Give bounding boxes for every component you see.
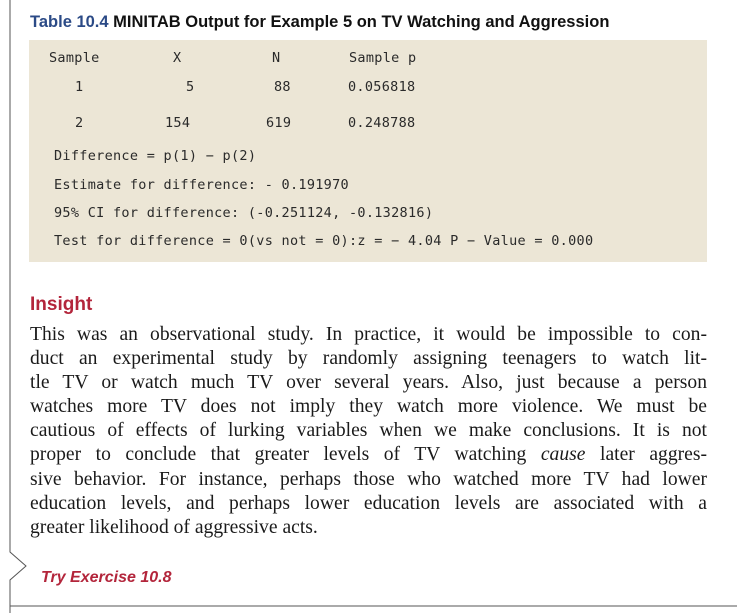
test-line: Test for difference = 0(vs not = 0):z = … [54, 233, 594, 249]
table-number: Table 10.4 [30, 13, 109, 31]
row2-sample: 2 [75, 115, 84, 131]
insight-line: watches more TV does not imply they watc… [30, 396, 707, 418]
difference-line: Difference = p(1) − p(2) [54, 148, 257, 164]
row2-x: 154 [165, 115, 191, 131]
ci-line: 95% CI for difference: (-0.251124, -0.13… [54, 205, 434, 221]
insight-line: tle TV or watch much TV over several yea… [30, 372, 707, 394]
insight-line: proper to conclude that greater levels o… [30, 443, 707, 467]
insight-line: duct an experimental study by randomly a… [30, 348, 707, 370]
insight-text: proper to conclude that greater levels o… [30, 444, 541, 466]
insight-line: education levels, and perhaps lower educ… [30, 492, 707, 514]
header-x: X [173, 50, 182, 66]
header-sample-p: Sample p [349, 50, 417, 66]
insight-line: sive behavior. For instance, perhaps tho… [30, 468, 707, 490]
row2-n: 619 [266, 115, 292, 131]
insight-paragraph: This was an observational study. In prac… [30, 323, 707, 540]
table-caption: Table 10.4 MINITAB Output for Example 5 … [30, 13, 609, 32]
row1-sample: 1 [75, 79, 84, 95]
insight-text: later aggres- [585, 444, 708, 466]
try-exercise-link[interactable]: Try Exercise 10.8 [41, 569, 171, 587]
emphasized-word: cause [540, 444, 586, 466]
row2-p: 0.248788 [348, 115, 416, 131]
row1-p: 0.056818 [348, 79, 416, 95]
insight-line: greater likelihood of aggressive acts. [30, 516, 318, 538]
row1-x: 5 [186, 79, 195, 95]
table-title: MINITAB Output for Example 5 on TV Watch… [113, 13, 610, 31]
estimate-line: Estimate for difference: - 0.191970 [54, 177, 349, 193]
header-n: N [272, 50, 281, 66]
insight-line: cautious of effects of lurking variables… [30, 420, 707, 442]
header-sample: Sample [49, 50, 100, 66]
insight-line: This was an observational study. In prac… [30, 324, 707, 345]
frame-left-rule [9, 0, 27, 613]
insight-heading: Insight [30, 294, 93, 315]
row1-n: 88 [274, 79, 291, 95]
